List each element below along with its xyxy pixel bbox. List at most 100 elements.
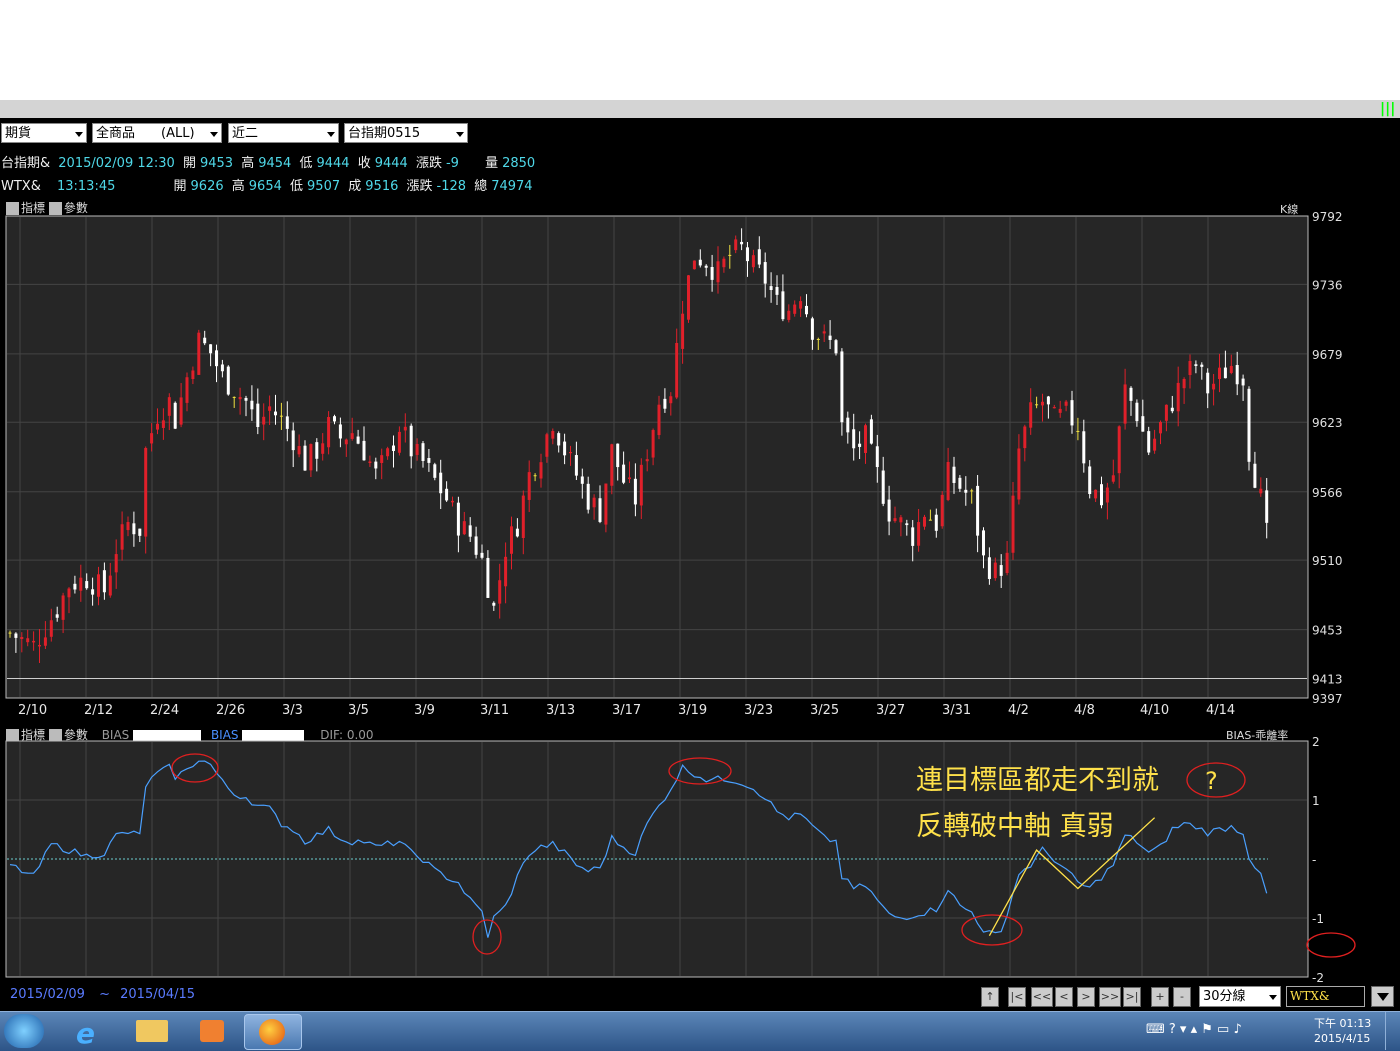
candle-body bbox=[521, 495, 525, 538]
candle-body bbox=[923, 516, 926, 527]
candle-body bbox=[982, 530, 985, 556]
candle-body bbox=[875, 446, 879, 468]
candle-body bbox=[822, 331, 826, 334]
candle-body bbox=[380, 455, 384, 463]
candle-body bbox=[274, 411, 277, 416]
fast-back-button[interactable]: << bbox=[1031, 987, 1053, 1007]
candle-body bbox=[1046, 396, 1050, 405]
candle-body bbox=[1259, 488, 1263, 494]
candle-body bbox=[397, 431, 401, 453]
zoom-out-button[interactable]: - bbox=[1173, 987, 1191, 1007]
interval-dropdown[interactable]: 30分線 bbox=[1199, 986, 1281, 1007]
candle-body bbox=[787, 310, 791, 320]
candle-body bbox=[356, 436, 360, 444]
fast-forward-button[interactable]: >> bbox=[1099, 987, 1121, 1007]
firefox-taskbar-button[interactable] bbox=[244, 1014, 302, 1050]
candle-body bbox=[150, 433, 154, 444]
candle-body bbox=[1159, 422, 1162, 434]
date-axis: 2/10 2/12 2/24 2/26 3/3 3/5 3/9 3/11 3/13 3/17 3/1… bbox=[18, 703, 1235, 718]
show-desktop-button[interactable] bbox=[1385, 1011, 1400, 1050]
candle-body bbox=[816, 338, 820, 340]
annotation-question-mark: ? bbox=[1205, 767, 1218, 795]
date-tick-label: 3/23 bbox=[744, 703, 773, 718]
candle-body bbox=[14, 633, 18, 638]
file-explorer-icon[interactable] bbox=[128, 1014, 178, 1048]
candle-body bbox=[433, 464, 437, 478]
date-tick-label: 3/27 bbox=[876, 703, 905, 718]
media-player-icon[interactable] bbox=[188, 1014, 238, 1048]
back-button[interactable]: < bbox=[1055, 987, 1073, 1007]
candle-body bbox=[415, 443, 419, 455]
candle-body bbox=[1135, 402, 1139, 422]
candle-body bbox=[1247, 388, 1251, 462]
candle-body bbox=[126, 522, 130, 531]
symbol-input[interactable]: WTX& bbox=[1286, 986, 1365, 1007]
date-tick-label: 3/3 bbox=[282, 703, 303, 718]
candle-body bbox=[38, 645, 41, 647]
candle-body bbox=[244, 397, 248, 401]
date-from: 2015/02/09 bbox=[10, 987, 85, 1002]
scroll-up-button[interactable]: ↑ bbox=[981, 987, 999, 1007]
candle-body bbox=[574, 455, 578, 476]
candle-body bbox=[120, 524, 124, 550]
forward-button[interactable]: > bbox=[1077, 987, 1095, 1007]
price-tick-label: 9736 bbox=[1312, 278, 1343, 292]
candle-body bbox=[911, 527, 915, 546]
system-tray-icons[interactable]: ⌨ ? ▾ ▴ ⚑ ▭ ♪ bbox=[1146, 1022, 1242, 1037]
symbol-dropdown-button[interactable] bbox=[1371, 986, 1394, 1007]
candle-body bbox=[864, 425, 867, 454]
candle-body bbox=[468, 525, 472, 537]
candle-body bbox=[763, 262, 767, 284]
candle-body bbox=[1035, 404, 1039, 406]
candle-body bbox=[1265, 490, 1269, 523]
candle-body bbox=[43, 637, 47, 646]
clock-date[interactable]: 2015/4/15 bbox=[1314, 1032, 1370, 1045]
candle-body bbox=[102, 570, 106, 593]
candle-body bbox=[368, 461, 372, 463]
candle-body bbox=[203, 337, 207, 344]
candle-body bbox=[746, 247, 749, 262]
candle-body bbox=[551, 431, 555, 439]
clock-time[interactable]: 下午 01:13 bbox=[1314, 1015, 1371, 1031]
candle-body bbox=[79, 577, 83, 591]
candle-body bbox=[321, 443, 325, 454]
candle-body bbox=[710, 266, 714, 280]
candle-body bbox=[734, 239, 738, 251]
candle-body bbox=[226, 366, 230, 395]
candle-body bbox=[610, 444, 614, 486]
candle-body bbox=[144, 447, 148, 537]
candle-body bbox=[999, 565, 1003, 576]
status-bars-icon: ||| bbox=[1380, 101, 1396, 117]
candle-body bbox=[215, 350, 218, 367]
internet-explorer-icon[interactable]: e bbox=[66, 1014, 116, 1050]
candle-body bbox=[20, 637, 24, 639]
date-tick-label: 3/11 bbox=[480, 703, 509, 718]
zoom-in-button[interactable]: + bbox=[1151, 987, 1169, 1007]
candle-body bbox=[651, 430, 655, 458]
candle-body bbox=[362, 440, 366, 461]
candle-body bbox=[1235, 365, 1239, 385]
candle-body bbox=[893, 518, 897, 522]
price-axis: 9792 9736 9679 9623 9566 9510 9453 9413 9397 bbox=[1312, 210, 1343, 706]
date-tick-label: 2/24 bbox=[150, 703, 179, 718]
start-button-icon[interactable] bbox=[4, 1014, 44, 1048]
candle-body bbox=[504, 556, 508, 587]
date-tick-label: 2/10 bbox=[18, 703, 47, 718]
candle-body bbox=[232, 396, 236, 398]
candle-body bbox=[781, 291, 785, 320]
candle-body bbox=[793, 304, 797, 314]
candle-body bbox=[220, 364, 224, 372]
candle-body bbox=[580, 476, 584, 484]
candle-body bbox=[138, 528, 142, 536]
date-tick-label: 3/5 bbox=[348, 703, 369, 718]
candle-body bbox=[1194, 364, 1198, 366]
first-page-button[interactable]: |< bbox=[1008, 987, 1026, 1007]
candle-body bbox=[946, 462, 950, 500]
candle-body bbox=[905, 523, 909, 526]
date-tick-label: 3/13 bbox=[546, 703, 575, 718]
candle-body bbox=[26, 638, 30, 643]
date-range: 2015/02/09 ~ 2015/04/15 bbox=[10, 987, 199, 1002]
candle-body bbox=[1170, 407, 1174, 412]
last-page-button[interactable]: >| bbox=[1123, 987, 1141, 1007]
candle-body bbox=[421, 443, 425, 461]
